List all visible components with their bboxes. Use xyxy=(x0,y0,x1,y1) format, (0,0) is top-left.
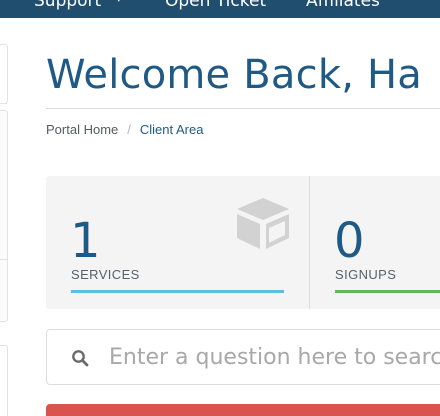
nav-affiliates[interactable]: Affiliates xyxy=(306,0,380,11)
sidebar-panel xyxy=(0,110,8,322)
nav-support[interactable]: Support xyxy=(34,0,101,11)
tile-divider xyxy=(309,176,310,309)
services-label[interactable]: SERVICES xyxy=(71,267,140,282)
breadcrumb-current: Client Area xyxy=(139,122,204,137)
breadcrumb-separator: / xyxy=(127,122,131,137)
breadcrumb-home[interactable]: Portal Home xyxy=(46,122,118,137)
alert-banner xyxy=(46,404,440,416)
services-count[interactable]: 1 xyxy=(70,213,101,269)
signups-label[interactable]: SIGNUPS xyxy=(335,267,396,282)
sidebar-panel xyxy=(0,44,8,104)
breadcrumb: Portal Home / Client Area xyxy=(46,122,203,137)
sidebar-panel xyxy=(0,345,8,416)
chevron-down-icon[interactable]: ▾ xyxy=(116,0,122,5)
services-accent-bar xyxy=(71,290,284,293)
client-area-page: Support ▾ Open Ticket Affiliates Welcome… xyxy=(0,0,440,416)
cube-icon xyxy=(237,198,289,249)
title-divider xyxy=(46,108,440,109)
nav-open-ticket[interactable]: Open Ticket xyxy=(165,0,266,11)
signups-count[interactable]: 0 xyxy=(334,213,365,269)
signups-accent-bar xyxy=(335,290,440,293)
page-title: Welcome Back, Ha xyxy=(46,52,423,98)
search-icon xyxy=(72,350,89,367)
stats-tiles: 1 SERVICES 0 SIGNUPS xyxy=(46,176,440,309)
search-input[interactable] xyxy=(109,340,440,374)
top-navbar: Support ▾ Open Ticket Affiliates xyxy=(0,0,440,18)
knowledgebase-search[interactable] xyxy=(46,329,440,385)
